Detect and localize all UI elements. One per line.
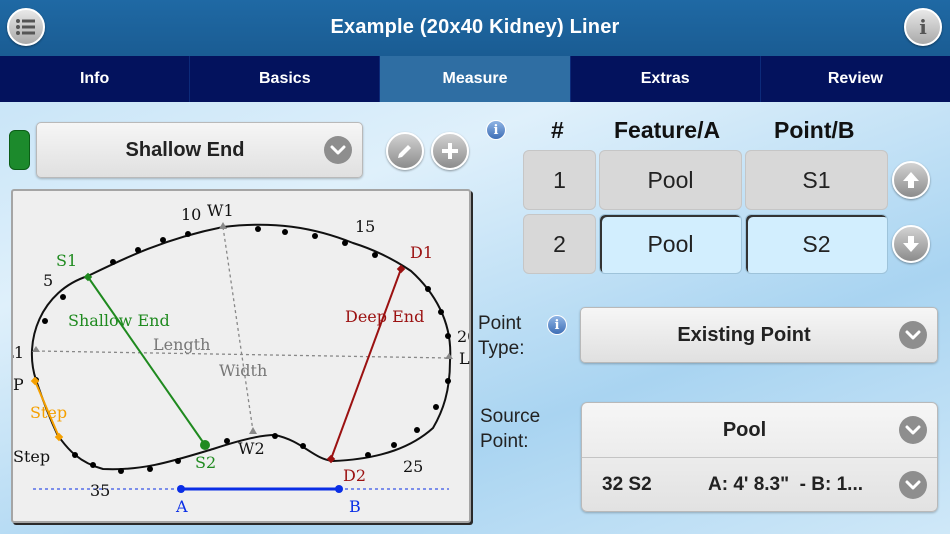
row-1-feature[interactable]: Pool — [599, 150, 742, 210]
shallow-point-s1: S1 — [56, 251, 78, 270]
tab-basics[interactable]: Basics — [190, 56, 381, 102]
perimeter-label-20: 20 — [457, 327, 469, 346]
perimeter-label-10: 10 — [181, 205, 202, 224]
source-point-feature-value: Pool — [722, 418, 767, 441]
cell-text: S2 — [802, 230, 831, 257]
deep-point-d1: D1 — [410, 243, 434, 262]
column-header-number: # — [551, 117, 564, 143]
step-point-p: P — [13, 375, 23, 394]
title-bar: Example (20x40 Kidney) Liner i — [0, 0, 950, 56]
tab-label: Basics — [259, 70, 311, 87]
measurement-color-indicator — [9, 130, 30, 170]
column-header-point: Point/B — [774, 117, 855, 143]
width-point-w1: W1 — [207, 201, 234, 220]
cell-text: 1 — [553, 166, 566, 193]
cell-text: S1 — [802, 166, 831, 193]
length-label: Length — [153, 335, 211, 354]
deep-end-label: Deep End — [345, 307, 425, 326]
measurement-selector-value: Shallow End — [125, 138, 245, 161]
plus-icon — [442, 143, 458, 159]
cell-text: Pool — [647, 166, 694, 193]
arrow-up-icon — [903, 172, 919, 188]
tab-label: Measure — [442, 70, 508, 87]
tab-info[interactable]: Info — [0, 56, 191, 102]
info-button[interactable]: i — [904, 8, 942, 46]
length-point-left: L1 — [13, 343, 24, 362]
source-point-id: 32 S2 — [602, 474, 652, 495]
perimeter-label-5: 5 — [43, 271, 54, 290]
cell-text: Pool — [647, 230, 694, 257]
info-icon: i — [919, 15, 927, 39]
source-point-label: Source Point: — [480, 404, 540, 454]
point-type-dropdown[interactable]: Existing Point — [580, 307, 938, 363]
row-2-feature[interactable]: Pool — [599, 214, 742, 274]
point-type-value: Existing Point — [677, 323, 811, 346]
tab-review[interactable]: Review — [760, 56, 950, 102]
tab-measure[interactable]: Measure — [380, 56, 571, 102]
diagram-labels: 10 W1 15 S1 D1 5 Shallow End Deep End 20… — [13, 191, 470, 521]
row-1-point[interactable]: S1 — [745, 150, 888, 210]
deep-point-d2: D2 — [343, 466, 367, 485]
tab-bar: Info Basics Measure Extras Review — [0, 56, 950, 102]
chevron-down-icon — [324, 136, 352, 164]
pencil-icon — [398, 145, 411, 158]
step-label-orange: Step — [30, 403, 68, 422]
label-line: Point — [478, 313, 522, 334]
column-header-feature: Feature/A — [614, 117, 721, 143]
label-line: Source — [480, 406, 541, 427]
point-a-label: A — [176, 497, 188, 516]
tab-extras[interactable]: Extras — [570, 56, 761, 102]
step-label: Step — [13, 447, 51, 466]
perimeter-label-25: 25 — [403, 457, 424, 476]
tab-label: Info — [79, 70, 110, 87]
shallow-end-label: Shallow End — [68, 311, 170, 330]
info-icon[interactable]: i — [486, 120, 506, 140]
add-measurement-button[interactable] — [431, 132, 469, 170]
cell-text: 2 — [553, 230, 566, 257]
chevron-down-icon — [899, 471, 927, 499]
point-type-info-icon[interactable]: i — [547, 315, 567, 335]
arrow-down-icon — [903, 236, 919, 252]
label-line: Point: — [480, 431, 529, 452]
row-2-number[interactable]: 2 — [523, 214, 596, 274]
point-type-label: Point Type: — [478, 311, 524, 361]
width-label: Width — [219, 361, 268, 380]
label-line: Type: — [478, 338, 525, 359]
page-title: Example (20x40 Kidney) Liner — [330, 16, 620, 38]
chevron-down-icon — [899, 321, 927, 349]
row-1-number[interactable]: 1 — [523, 150, 596, 210]
row-2-point[interactable]: S2 — [745, 214, 888, 274]
move-up-button[interactable] — [892, 161, 930, 199]
source-point-measure: A: 4' 8.3" - B: 1... — [708, 474, 864, 495]
width-point-w2: W2 — [238, 439, 265, 458]
length-point-right: L — [459, 349, 470, 368]
perimeter-label-15: 15 — [355, 217, 376, 236]
move-down-button[interactable] — [892, 225, 930, 263]
tab-label: Review — [827, 70, 883, 87]
shallow-point-s2: S2 — [195, 453, 217, 472]
edit-measurement-button[interactable] — [386, 132, 424, 170]
pool-diagram[interactable]: 10 W1 15 S1 D1 5 Shallow End Deep End 20… — [11, 189, 471, 523]
perimeter-label-35: 35 — [90, 481, 111, 500]
source-point-dropdown: Pool 32 S2 A: 4' 8.3" - B: 1... — [581, 402, 938, 512]
point-b-label: B — [349, 497, 361, 516]
tab-label: Extras — [640, 70, 690, 87]
chevron-down-icon — [899, 416, 927, 444]
source-point-feature-select[interactable]: Pool — [582, 403, 937, 457]
measurement-selector[interactable]: Shallow End — [36, 122, 363, 178]
source-point-detail-select[interactable]: 32 S2 A: 4' 8.3" - B: 1... — [582, 458, 937, 512]
